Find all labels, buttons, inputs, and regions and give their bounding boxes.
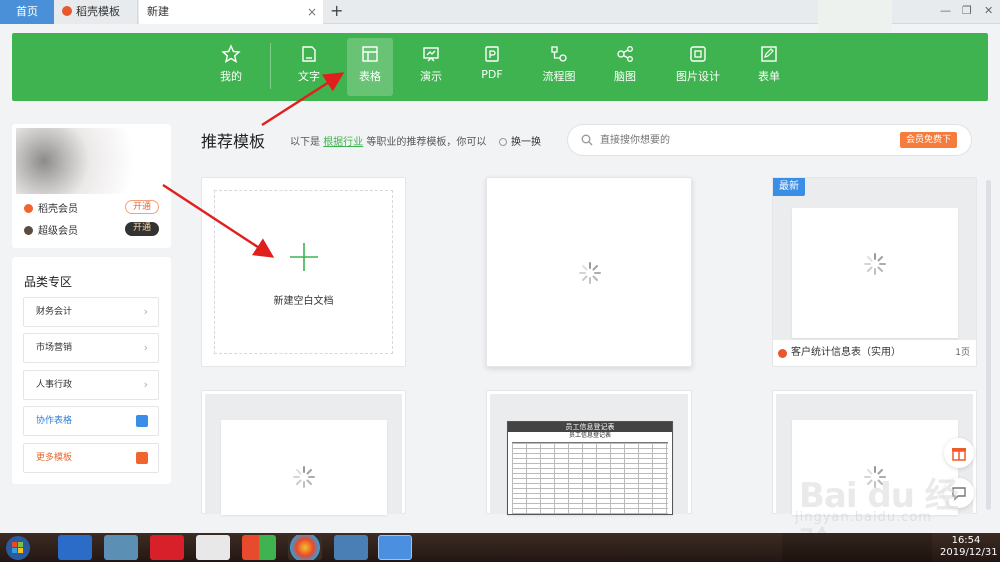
annotation-arrows [162,72,345,258]
arrow-to-new-blank [162,183,275,258]
arrow-to-spreadsheet [261,72,345,127]
